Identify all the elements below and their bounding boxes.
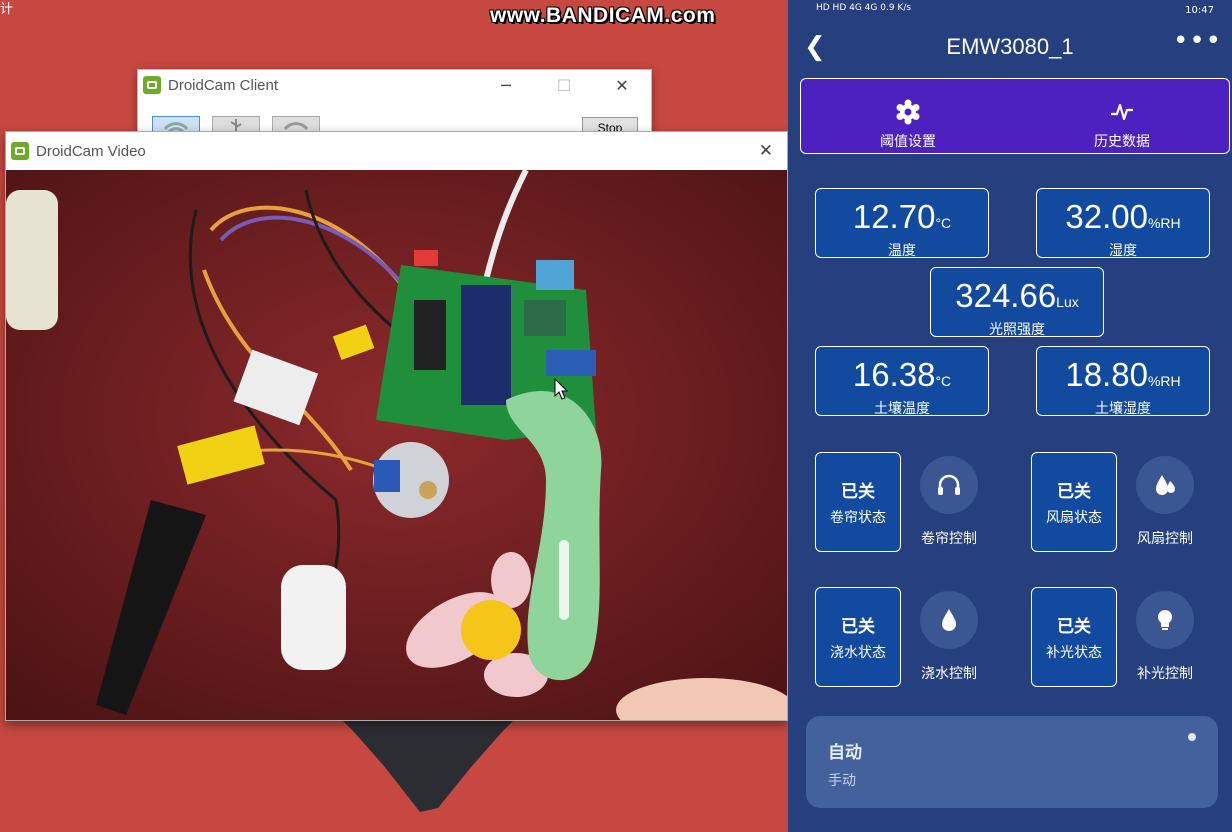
minimize-button[interactable]: ─ xyxy=(477,76,535,95)
fan-status-label: 风扇状态 xyxy=(1046,510,1102,526)
droidcam-video-app-icon xyxy=(11,142,29,160)
grow-light-control-label: 补光控制 xyxy=(1137,666,1193,682)
line-chart-icon xyxy=(1111,103,1133,121)
mode-auto-option[interactable]: 自动 xyxy=(828,738,862,763)
lightbulb-icon xyxy=(1158,610,1172,630)
soil-temperature-unit: °C xyxy=(935,373,952,389)
video-close-button[interactable]: ✕ xyxy=(759,141,773,161)
droidcam-client-window: DroidCam Client ─ ☐ ✕ Stop xyxy=(137,69,652,139)
mode-manual-option[interactable]: 手动 xyxy=(828,770,856,790)
close-button[interactable]: ✕ xyxy=(593,76,651,95)
fan-state: 已关 xyxy=(1057,482,1091,502)
curtain-status-card: 已关 卷帘状态 xyxy=(815,452,901,552)
light-card: 324.66Lux 光照强度 xyxy=(930,267,1104,338)
fan-control-label: 风扇控制 xyxy=(1137,531,1193,547)
watering-status-card: 已关 浇水状态 xyxy=(815,587,901,687)
status-left: HD HD 4G 4G 0.9 K/s xyxy=(816,3,912,13)
top-tabs: 阈值设置 历史数据 xyxy=(800,78,1230,154)
tab-threshold-label: 阈值设置 xyxy=(880,134,936,150)
mode-indicator-dot xyxy=(1188,733,1196,741)
curtain-state: 已关 xyxy=(841,482,875,502)
watering-control-label: 浇水控制 xyxy=(921,666,977,682)
light-value: 324.66 xyxy=(955,277,1057,314)
tab-threshold-settings[interactable]: 阈值设置 xyxy=(801,79,1015,153)
soil-temperature-card: 16.38°C 土壤温度 xyxy=(815,346,989,417)
soil-temperature-label: 土壤温度 xyxy=(874,401,930,417)
soil-humidity-unit: %RH xyxy=(1147,373,1181,389)
temperature-label: 温度 xyxy=(888,243,916,259)
client-window-title: DroidCam Client xyxy=(168,76,279,94)
client-titlebar: DroidCam Client ─ ☐ ✕ xyxy=(138,70,651,100)
humidity-value-row: 32.00%RH xyxy=(1037,197,1209,243)
humidity-unit: %RH xyxy=(1147,215,1181,231)
grow-light-status-label: 补光状态 xyxy=(1046,645,1102,661)
mode-selector[interactable]: 自动 手动 xyxy=(806,716,1218,808)
watering-control-button[interactable]: 浇水控制 xyxy=(906,587,992,683)
more-options-icon[interactable]: ••• xyxy=(1173,26,1222,56)
fan-control-button[interactable]: 风扇控制 xyxy=(1122,452,1208,548)
temperature-card: 12.70°C 温度 xyxy=(815,188,989,259)
settings-gear-icon xyxy=(896,99,920,125)
light-label: 光照强度 xyxy=(989,322,1045,338)
soil-temperature-value-row: 16.38°C xyxy=(816,355,988,401)
tab-history-label: 历史数据 xyxy=(1094,134,1150,150)
curtain-status-label: 卷帘状态 xyxy=(830,510,886,526)
soil-temperature-value: 16.38 xyxy=(852,356,936,393)
headphone-icon xyxy=(938,474,960,495)
droidcam-app-icon xyxy=(143,76,161,94)
temperature-value-row: 12.70°C xyxy=(816,197,988,243)
grow-light-state: 已关 xyxy=(1057,617,1091,637)
app-bar: ❮ EMW3080_1 ••• xyxy=(788,26,1232,66)
soil-humidity-card: 18.80%RH 土壤湿度 xyxy=(1036,346,1210,417)
mouse-cursor-icon xyxy=(554,378,568,400)
status-time: 10:47 xyxy=(1185,5,1214,16)
grow-light-status-card: 已关 补光状态 xyxy=(1031,587,1117,687)
soil-humidity-value: 18.80 xyxy=(1065,356,1148,393)
humidity-label: 湿度 xyxy=(1109,243,1137,259)
grow-light-control-button[interactable]: 补光控制 xyxy=(1122,587,1208,683)
video-window-title: DroidCam Video xyxy=(36,142,146,160)
watering-status-label: 浇水状态 xyxy=(830,645,886,661)
video-titlebar: DroidCam Video ✕ xyxy=(6,132,787,170)
watering-state: 已关 xyxy=(841,617,875,637)
temperature-unit: °C xyxy=(935,215,952,231)
maximize-button[interactable]: ☐ xyxy=(535,76,593,95)
device-title: EMW3080_1 xyxy=(946,34,1074,59)
water-drop-icon xyxy=(942,609,956,631)
bandicam-watermark: www.BANDICAM.com xyxy=(490,4,716,27)
droidcam-video-window: DroidCam Video ✕ xyxy=(5,131,788,721)
temperature-value: 12.70 xyxy=(852,198,936,235)
desktop-funnel-graphic xyxy=(340,718,516,812)
light-unit: Lux xyxy=(1056,294,1079,310)
curtain-control-button[interactable]: 卷帘控制 xyxy=(906,452,992,548)
humidity-card: 32.00%RH 湿度 xyxy=(1036,188,1210,259)
fan-status-card: 已关 风扇状态 xyxy=(1031,452,1117,552)
soil-humidity-value-row: 18.80%RH xyxy=(1037,355,1209,401)
camera-feed-image xyxy=(6,170,787,720)
drops-icon xyxy=(1156,475,1175,495)
light-value-row: 324.66Lux xyxy=(931,276,1103,322)
phone-app-screen: HD HD 4G 4G 0.9 K/s 10:47 ❮ EMW3080_1 ••… xyxy=(788,0,1232,832)
curtain-control-label: 卷帘控制 xyxy=(921,531,977,547)
tab-history-data[interactable]: 历史数据 xyxy=(1015,79,1229,153)
phone-status-bar: HD HD 4G 4G 0.9 K/s 10:47 xyxy=(788,0,1232,24)
desktop-corner-text: 计 xyxy=(0,2,14,17)
humidity-value: 32.00 xyxy=(1065,198,1148,235)
soil-humidity-label: 土壤湿度 xyxy=(1095,401,1151,417)
